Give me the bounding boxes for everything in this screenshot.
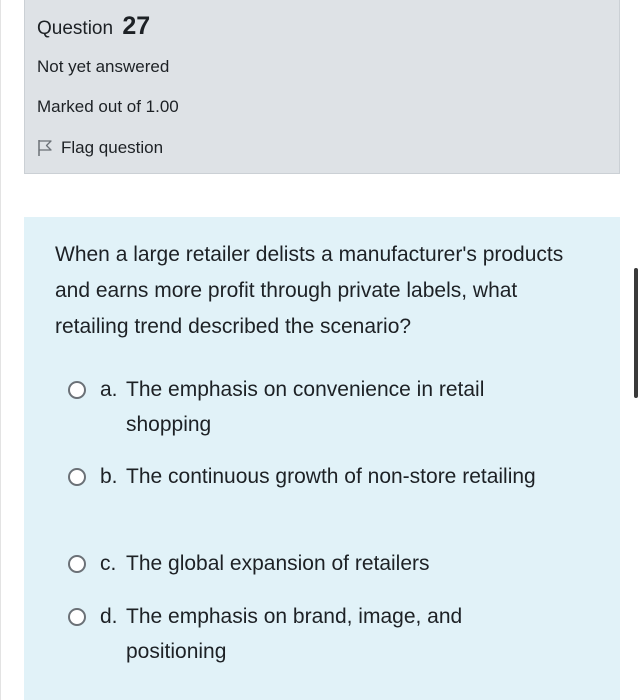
question-label: Question <box>37 18 114 39</box>
question-content: When a large retailer delists a manufact… <box>24 217 620 700</box>
flag-icon[interactable] <box>37 139 53 157</box>
question-grade: Marked out of 1.00 <box>37 97 179 116</box>
option-letter: c. <box>100 552 117 575</box>
question-text: When a large retailer delists a manufact… <box>55 243 564 338</box>
radio-button-d[interactable] <box>68 608 86 626</box>
option-letter: a. <box>100 378 118 401</box>
option-text[interactable]: The emphasis on convenience in retail sh… <box>126 372 546 442</box>
flag-question-label[interactable]: Flag question <box>61 138 163 158</box>
left-border <box>0 0 1 700</box>
question-heading: Question 27 <box>37 12 150 41</box>
option-text[interactable]: The emphasis on brand, image, and positi… <box>126 599 546 669</box>
option-text[interactable]: The continuous growth of non-store retai… <box>126 459 546 494</box>
radio-button-b[interactable] <box>68 468 86 486</box>
radio-button-c[interactable] <box>68 555 86 573</box>
option-letter: b. <box>100 465 118 488</box>
answer-option-a[interactable]: a. The emphasis on convenience in retail… <box>68 372 568 442</box>
radio-button-a[interactable] <box>68 381 86 399</box>
answer-option-d[interactable]: d. The emphasis on brand, image, and pos… <box>68 599 568 669</box>
answer-option-c[interactable]: c. The global expansion of retailers <box>68 546 568 581</box>
scrollbar[interactable] <box>634 268 638 398</box>
option-text[interactable]: The global expansion of retailers <box>126 546 546 581</box>
question-info-panel: Question 27 Not yet answered Marked out … <box>24 0 620 174</box>
answer-option-b[interactable]: b. The continuous growth of non-store re… <box>68 459 568 494</box>
question-number: 27 <box>122 12 151 40</box>
option-letter: d. <box>100 605 118 628</box>
flag-question-button[interactable]: Flag question <box>37 138 163 158</box>
question-state: Not yet answered <box>37 57 170 76</box>
